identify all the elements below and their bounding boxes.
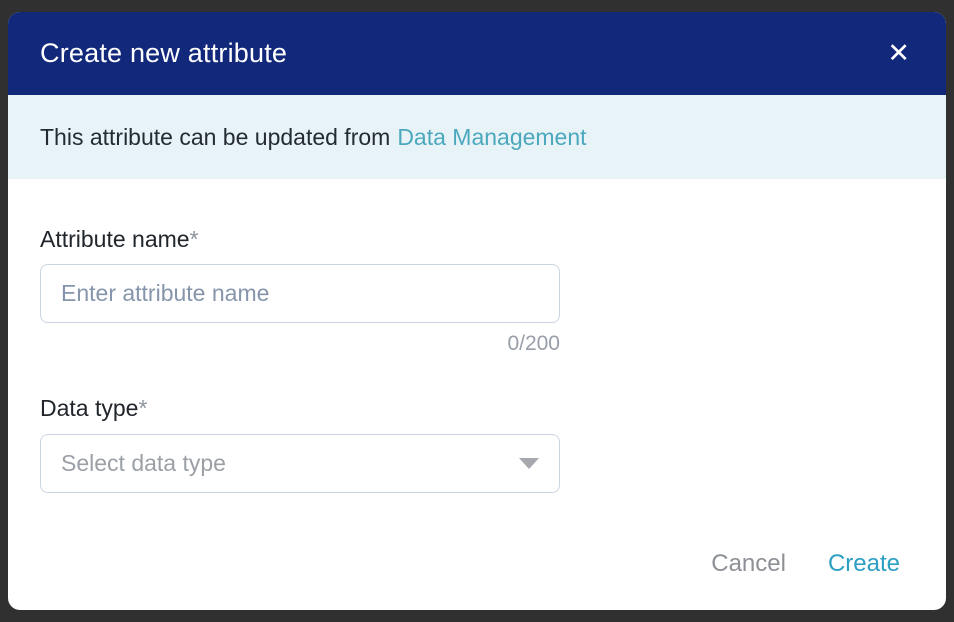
- banner-text: This attribute can be updated from: [40, 124, 390, 151]
- close-button[interactable]: ✕: [883, 36, 914, 71]
- required-marker: *: [190, 226, 199, 252]
- chevron-down-icon: [519, 458, 539, 469]
- create-button[interactable]: Create: [824, 548, 904, 580]
- required-marker: *: [138, 395, 147, 421]
- modal-title: Create new attribute: [40, 38, 287, 69]
- data-type-select-placeholder: Select data type: [61, 450, 226, 477]
- attribute-name-label: Attribute name*: [40, 225, 914, 253]
- data-type-label: Data type*: [40, 394, 914, 422]
- attribute-name-label-text: Attribute name: [40, 226, 190, 252]
- data-management-link[interactable]: Data Management: [397, 124, 586, 151]
- create-attribute-modal: Create new attribute ✕ This attribute ca…: [8, 12, 946, 610]
- data-type-select[interactable]: Select data type: [40, 434, 560, 493]
- char-counter: 0/200: [40, 332, 560, 356]
- modal-body: Attribute name* 0/200 Data type* Select …: [8, 179, 946, 493]
- info-banner: This attribute can be updated from Data …: [8, 95, 946, 179]
- cancel-button[interactable]: Cancel: [707, 548, 790, 580]
- modal-header: Create new attribute ✕: [8, 12, 946, 95]
- modal-backdrop: Create new attribute ✕ This attribute ca…: [0, 0, 954, 622]
- attribute-name-input[interactable]: [40, 264, 560, 323]
- close-icon: ✕: [887, 38, 910, 68]
- data-type-label-text: Data type: [40, 395, 138, 421]
- modal-footer: Cancel Create: [8, 548, 946, 610]
